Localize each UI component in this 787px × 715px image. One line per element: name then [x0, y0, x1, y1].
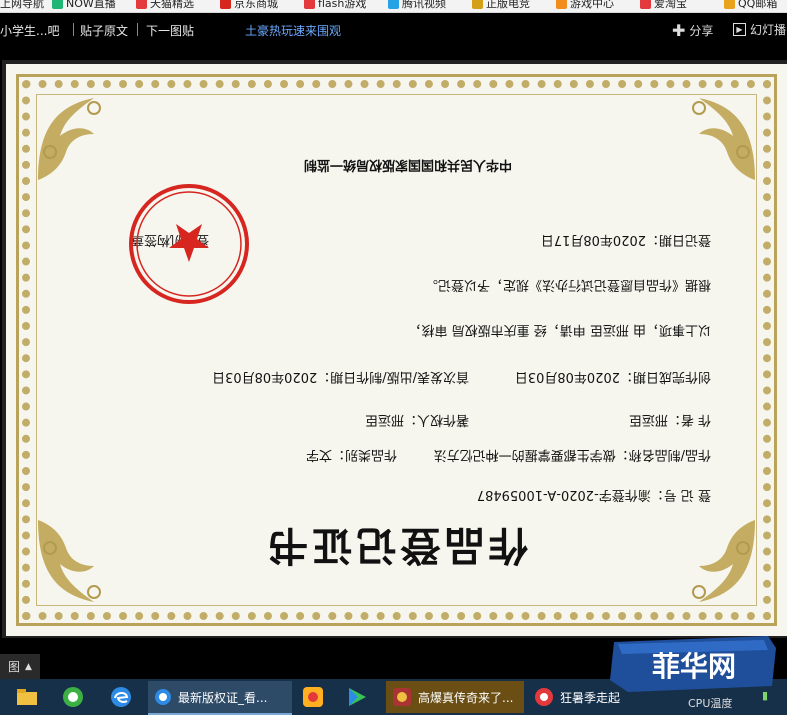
bookmark-item[interactable]: flash游戏 — [304, 0, 366, 11]
bookmark-label: 上网导航 — [0, 0, 44, 10]
thumbnail-label: 图 — [8, 660, 21, 674]
slideshow-button[interactable]: ▶ 幻灯播 — [733, 21, 786, 38]
copyright-owner: 著作权人：邢运臣 — [364, 412, 469, 427]
registration-date: 登记日期：2020年08月17日 — [540, 232, 711, 247]
author: 作 者：邢运臣 — [628, 412, 711, 427]
taskbar-app-game[interactable]: 高爆真传奇来了... — [386, 681, 524, 713]
bookmark-item[interactable]: QQ邮箱 — [724, 0, 777, 11]
browser-360-icon[interactable] — [56, 683, 90, 711]
bookmark-favicon-icon — [304, 0, 315, 9]
review-statement: 以上事项，由 邢运臣 申请，经 重庆市版权局 审核， — [408, 322, 711, 337]
bookmark-item[interactable]: NOW直播 — [52, 0, 116, 11]
publish-date: 首次发表/出版/制作日期：2020年08月03日 — [212, 369, 469, 384]
game-app-icon — [393, 688, 411, 706]
bookmark-favicon-icon — [556, 0, 567, 9]
basis-statement: 根据《作品自愿登记试行办法》规定，予以登记。 — [424, 277, 711, 292]
watermark-text: 菲华网 — [652, 650, 736, 683]
bookmark-favicon-icon — [640, 0, 651, 9]
certificate-image: 作品登记证书 登 记 号：渝作登字-2020-A-10059487 作品/制品名… — [6, 64, 787, 636]
official-seal-icon — [129, 184, 249, 304]
bookmark-label: QQ邮箱 — [738, 0, 778, 10]
taskbar-app-certificate[interactable]: 最新版权证_看... — [148, 681, 292, 715]
bookmark-item[interactable]: 天猫精选 — [136, 0, 194, 11]
bookmark-item[interactable]: 京东商城 — [220, 0, 278, 11]
work-name: 作品/制品名称：做学生都要掌握的一种记忆方法 — [433, 447, 711, 462]
edge-browser-icon[interactable] — [104, 683, 138, 711]
bookmark-item[interactable]: 爱淘宝 — [640, 0, 687, 11]
forum-link[interactable]: 小学生...吧 — [0, 22, 59, 39]
browser-app-icon — [155, 689, 171, 705]
bookmark-favicon-icon — [136, 0, 147, 9]
nav-divider — [137, 23, 138, 36]
nav-divider — [73, 23, 74, 36]
bookmark-label: 天猫精选 — [150, 0, 194, 10]
share-label: 分享 — [689, 24, 714, 38]
bookmark-label: NOW直播 — [66, 0, 116, 10]
bookmark-label: 京东商城 — [234, 0, 278, 10]
registration-number: 登 记 号：渝作登字-2020-A-10059487 — [476, 487, 711, 502]
ad-link[interactable]: 土豪热玩速来围观 — [245, 22, 341, 39]
play-icon: ▶ — [733, 23, 746, 36]
bookmark-favicon-icon — [220, 0, 231, 9]
bookmarks-bar: 上网导航 NOW直播 天猫精选 京东商城 flash游戏 腾讯视频 正版电竞 游戏中心 爱淘宝 Q… — [0, 0, 787, 13]
bookmark-label: 游戏中心 — [570, 0, 614, 10]
taskbar-app-label: 高爆真传奇来了... — [418, 690, 514, 705]
bookmark-favicon-icon — [724, 0, 735, 9]
bookmark-label: flash游戏 — [318, 0, 367, 10]
bookmark-label: 腾讯视频 — [402, 0, 446, 10]
cpu-temperature[interactable]: CPU温度 — [688, 695, 732, 711]
next-image-link[interactable]: 下一图贴 — [146, 22, 194, 39]
certificate-title: 作品登记证书 — [264, 522, 529, 569]
completion-date: 创作完成日期：2020年08月03日 — [514, 369, 711, 384]
bookmark-label: 爱淘宝 — [654, 0, 687, 10]
slideshow-label: 幻灯播 — [750, 23, 787, 37]
work-type: 作品类别：文字 — [305, 447, 397, 462]
file-explorer-icon[interactable] — [10, 683, 44, 711]
chevron-up-icon: ▲ — [25, 661, 32, 672]
bookmark-item[interactable]: 游戏中心 — [556, 0, 614, 11]
bookmark-favicon-icon — [388, 0, 399, 9]
bookmark-label: 正版电竞 — [486, 0, 530, 10]
corner-ornament-icon — [692, 98, 755, 180]
plus-icon: ✚ — [672, 21, 686, 40]
game-center-icon[interactable] — [296, 683, 330, 711]
promo-app-icon — [535, 688, 553, 706]
original-post-link[interactable]: 贴子原文 — [80, 22, 128, 39]
certificate-footer: 中华人民共和国国家版权局统一监制 — [303, 157, 512, 172]
bookmark-favicon-icon — [472, 0, 483, 9]
bookmark-item[interactable]: 上网导航 — [0, 0, 44, 11]
corner-ornament-icon — [38, 98, 101, 180]
bookmark-favicon-icon — [52, 0, 63, 9]
thumbnail-toggle[interactable]: 图 ▲ — [0, 654, 40, 679]
bookmark-item[interactable]: 正版电竞 — [472, 0, 530, 11]
viewer-nav-bar: 小学生...吧 贴子原文 下一图贴 土豪热玩速来围观 ✚ 分享 ▶ 幻灯播 — [0, 13, 787, 47]
share-button[interactable]: ✚ 分享 — [672, 21, 713, 40]
bookmark-item[interactable]: 腾讯视频 — [388, 0, 446, 11]
certificate-rotated: 作品登记证书 登 记 号：渝作登字-2020-A-10059487 作品/制品名… — [6, 64, 787, 636]
taskbar-app-label: 最新版权证_看... — [178, 690, 268, 705]
site-watermark-logo: 菲华网 — [610, 636, 776, 692]
video-player-icon[interactable] — [340, 683, 374, 711]
